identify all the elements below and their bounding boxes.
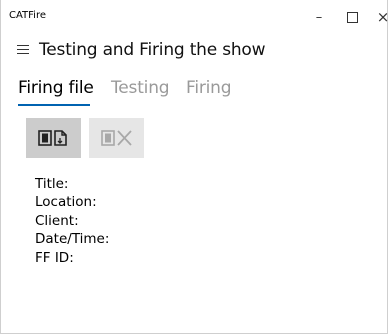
title-bar[interactable]: CATFire – × [1,0,388,32]
close-icon: × [376,8,388,26]
minimize-button[interactable]: – [305,6,333,28]
maximize-button[interactable] [338,6,366,28]
close-button[interactable]: × [369,6,388,28]
load-file-button[interactable] [26,118,81,158]
open-file-icon [37,130,67,146]
tab-firing-file[interactable]: Firing file [18,78,94,98]
show-info-panel: Title: Location: Client: Date/Time: FF I… [35,175,109,267]
tab-active-indicator [18,104,90,106]
page-title: Testing and Firing the show [39,40,266,60]
tab-firing[interactable]: Firing [186,78,232,98]
datetime-label: Date/Time: [35,231,110,248]
clear-file-button[interactable] [89,118,144,158]
client-label: Client: [35,212,79,229]
app-window: CATFire – × Testing and Firing the show … [0,0,388,334]
location-label: Location: [35,194,97,211]
clear-file-icon [100,130,132,146]
hamburger-icon[interactable] [15,43,31,57]
tab-testing[interactable]: Testing [111,78,170,98]
app-title: CATFire [9,10,47,21]
maximize-icon [346,11,358,23]
minimize-icon: – [315,9,323,25]
title-label: Title: [35,176,69,192]
ffid-label: FF ID: [35,249,74,266]
